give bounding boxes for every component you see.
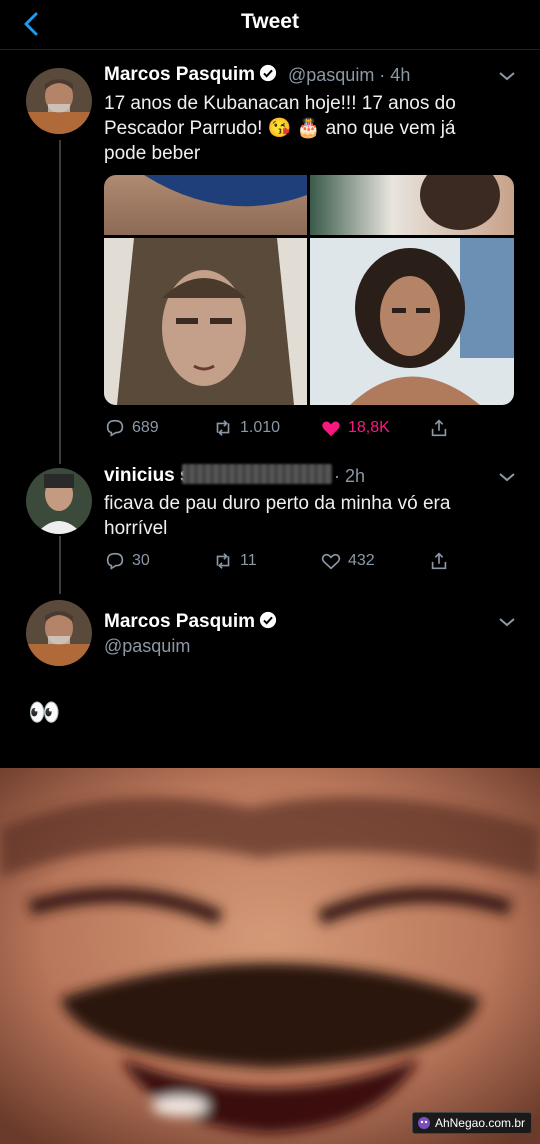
thread-line (59, 140, 61, 464)
author-name[interactable]: vinicius s (104, 465, 191, 487)
tweet-line: pode beber (104, 143, 201, 164)
like-button[interactable]: 432 (320, 550, 375, 572)
heart-filled-icon (322, 421, 340, 437)
chevron-down-icon[interactable] (498, 616, 516, 628)
media-image[interactable] (310, 238, 514, 405)
tweet-line: ficava de pau duro perto da minha vó era (104, 493, 451, 514)
media-image[interactable] (104, 238, 307, 405)
tweet-text: ficava de pau duro perto da minha vó era… (104, 491, 450, 541)
media-image[interactable] (310, 175, 514, 235)
share-button[interactable] (428, 417, 450, 439)
redacted-username (182, 464, 332, 484)
tweet-line: horrível (104, 518, 168, 539)
reply-button[interactable]: 689 (104, 417, 159, 439)
heart-icon (321, 553, 341, 570)
retweet-button[interactable]: 11 (212, 550, 257, 572)
watermark-text: AhNegao.com.br (434, 1116, 525, 1130)
retweet-icon (216, 420, 230, 436)
retweet-icon (216, 553, 230, 569)
like-count: 432 (348, 552, 375, 569)
verified-badge-icon (259, 64, 277, 82)
reply-icon (106, 419, 124, 437)
like-button[interactable]: 18,8K (320, 417, 390, 439)
media-grid[interactable] (104, 175, 514, 405)
retweet-button[interactable]: 1.010 (212, 417, 280, 439)
logo-icon (417, 1117, 430, 1129)
verified-badge-icon (259, 611, 277, 629)
author-name[interactable]: Marcos Pasquim (104, 64, 277, 86)
reply-count: 30 (132, 552, 150, 569)
share-icon (431, 419, 447, 437)
tweet-text: 17 anos de Kubanacan hoje!!! 17 anos do … (104, 91, 456, 166)
tweet-line: 17 anos de Kubanacan hoje!!! 17 anos do (104, 93, 456, 114)
share-button[interactable] (428, 550, 450, 572)
avatar[interactable] (26, 468, 92, 534)
share-icon (431, 552, 447, 570)
reaction-meme-image: AhNegao.com.br (0, 768, 540, 1144)
reply-count: 689 (132, 419, 159, 436)
avatar[interactable] (26, 600, 92, 666)
author-handle-time[interactable]: @pasquim · 4h (288, 65, 410, 86)
like-count: 18,8K (348, 419, 390, 436)
tweet-text: 👀 (28, 697, 61, 727)
reply-icon (106, 552, 124, 570)
avatar[interactable] (26, 68, 92, 134)
thread-line (59, 536, 61, 594)
tweet-line: Pescador Parrudo! 😘 🎂 ano que vem já (104, 118, 456, 139)
author-handle[interactable]: @pasquim (104, 636, 190, 657)
author-name[interactable]: Marcos Pasquim (104, 611, 277, 633)
watermark: AhNegao.com.br (411, 1112, 532, 1134)
chevron-down-icon[interactable] (498, 70, 516, 82)
chevron-down-icon[interactable] (498, 471, 516, 483)
reply-button[interactable]: 30 (104, 550, 150, 572)
page-title: Tweet (241, 10, 299, 33)
media-image[interactable] (104, 175, 307, 235)
top-bar: Tweet (0, 0, 540, 50)
retweet-count: 11 (240, 552, 257, 569)
tweet-time[interactable]: · 2h (334, 466, 365, 487)
retweet-count: 1.010 (240, 419, 281, 436)
